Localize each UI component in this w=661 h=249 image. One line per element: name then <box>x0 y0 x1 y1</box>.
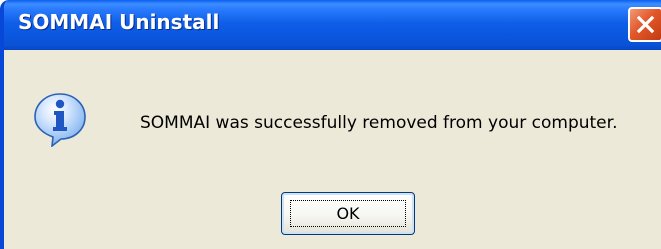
uninstall-dialog: SOMMAI Uninstall SOMMAI was successfully… <box>0 0 661 249</box>
message-text: SOMMAI was successfully removed from you… <box>140 113 618 133</box>
dialog-body: SOMMAI was successfully removed from you… <box>4 50 661 249</box>
ok-button-label: OK <box>290 200 406 227</box>
close-icon <box>636 15 655 34</box>
window-title: SOMMAI Uninstall <box>18 10 220 34</box>
close-button[interactable] <box>628 7 661 42</box>
info-icon <box>34 93 86 147</box>
title-bar[interactable]: SOMMAI Uninstall <box>4 0 661 50</box>
ok-button[interactable]: OK <box>281 192 415 235</box>
